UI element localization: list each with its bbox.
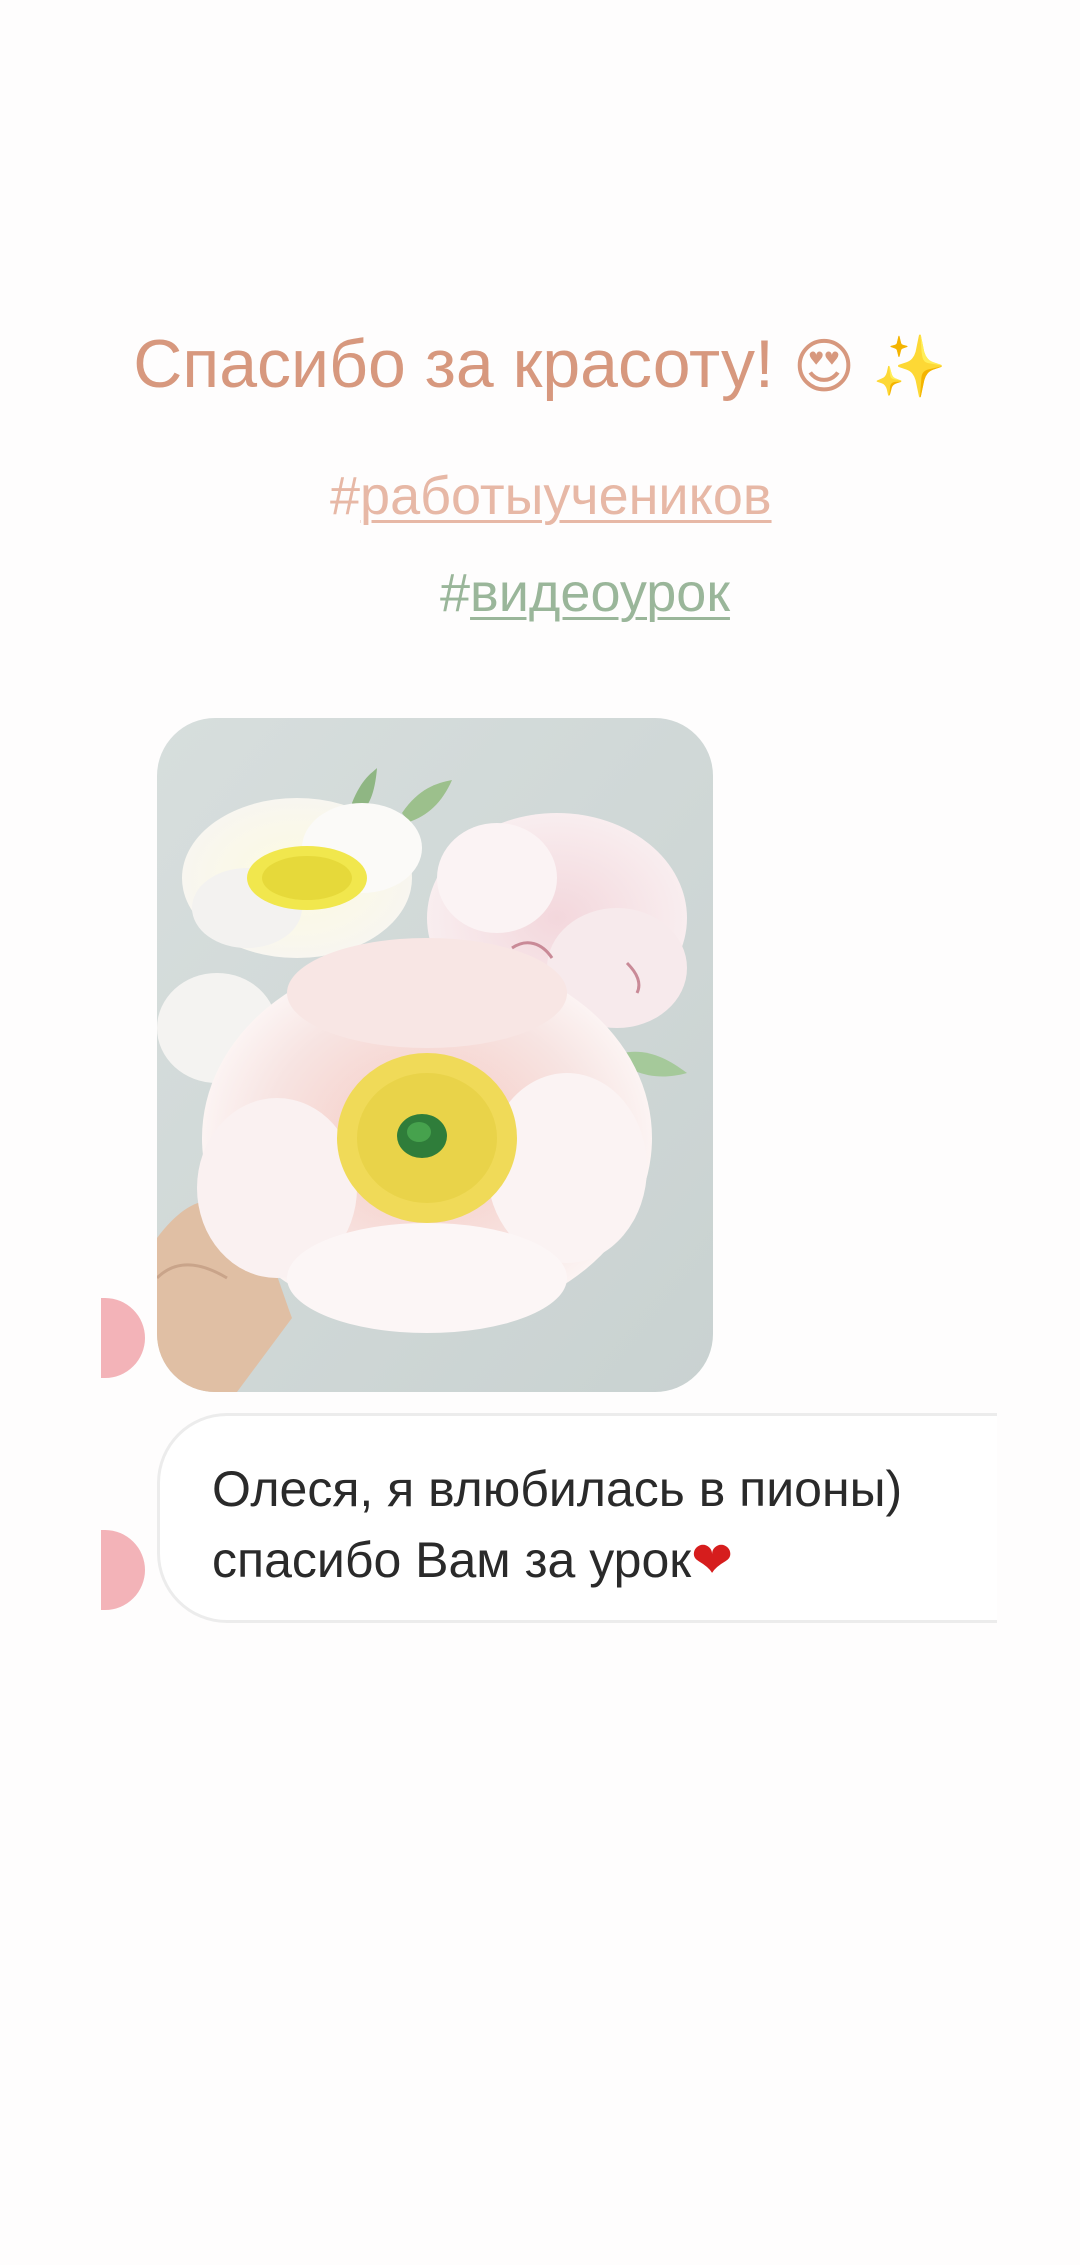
hashtag-word: работыучеников bbox=[360, 466, 772, 526]
title-text: Спасибо за красоту! bbox=[133, 326, 774, 402]
hashtag-videourok[interactable]: #видеоурок bbox=[440, 562, 730, 624]
story-page: Спасибо за красоту! 😍 ✨ #работыучеников … bbox=[0, 0, 1080, 2265]
title-emoji: 😍 ✨ bbox=[792, 333, 947, 400]
message-line-1: Олеся, я влюбилась в пионы) bbox=[212, 1461, 903, 1517]
heart-icon: ❤ bbox=[691, 1532, 734, 1588]
message-line-2-text: спасибо Вам за урок bbox=[212, 1532, 692, 1588]
message-line-2: спасибо Вам за урок❤ bbox=[212, 1525, 902, 1596]
message-bubble: Олеся, я влюбилась в пионы) спасибо Вам … bbox=[157, 1413, 997, 1623]
peony-photo[interactable] bbox=[157, 718, 713, 1392]
user-avatar[interactable] bbox=[101, 1530, 145, 1610]
hashtag-rabotyuchenikov[interactable]: #работыучеников bbox=[330, 465, 772, 527]
user-avatar[interactable] bbox=[101, 1298, 145, 1378]
hashtag-symbol: # bbox=[440, 563, 471, 623]
hashtag-word: видеоурок bbox=[470, 563, 730, 623]
hashtag-symbol: # bbox=[330, 466, 361, 526]
message-text: Олеся, я влюбилась в пионы) спасибо Вам … bbox=[212, 1454, 902, 1596]
story-title: Спасибо за красоту! 😍 ✨ bbox=[0, 325, 1080, 403]
peony-flowers-photo-icon bbox=[157, 718, 713, 1392]
